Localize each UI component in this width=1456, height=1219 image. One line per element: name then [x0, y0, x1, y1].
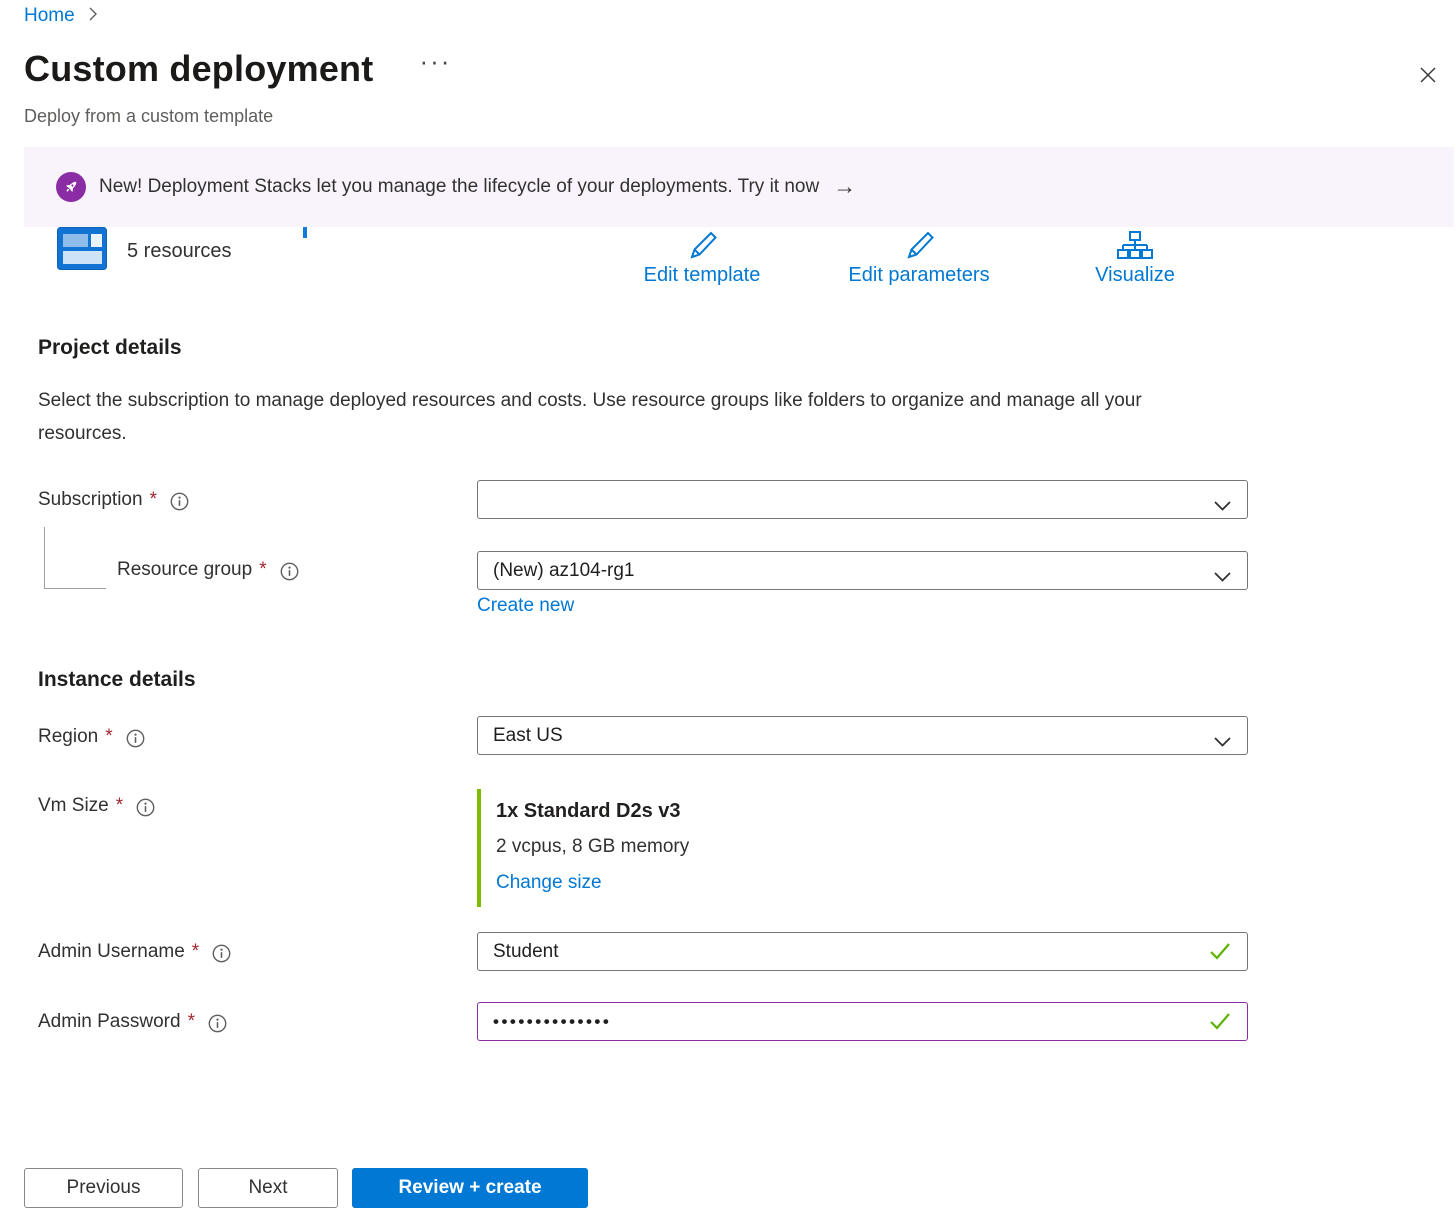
breadcrumb-chevron-icon: [89, 5, 98, 27]
info-icon[interactable]: [136, 798, 155, 817]
resource-group-select[interactable]: (New) az104-rg1: [477, 551, 1248, 590]
resources-count: 5 resources: [127, 240, 232, 263]
valid-checkmark-icon: [1209, 1012, 1231, 1035]
admin-username-label: Admin Username: [38, 941, 185, 963]
field-connector-line: [44, 527, 106, 589]
required-asterisk: *: [105, 726, 112, 748]
vm-size-label-row: Vm Size *: [38, 795, 155, 817]
breadcrumb: Home: [24, 5, 98, 27]
title-row: Custom deployment ···: [24, 48, 451, 90]
subscription-label-row: Subscription *: [38, 489, 189, 511]
admin-password-label: Admin Password: [38, 1011, 181, 1033]
banner-arrow-icon: →: [833, 173, 856, 200]
banner-message: New! Deployment Stacks let you manage th…: [99, 176, 819, 198]
required-asterisk: *: [116, 795, 123, 817]
vm-size-label: Vm Size: [38, 795, 109, 817]
chevron-down-icon: [1214, 495, 1231, 517]
vm-size-block: 1x Standard D2s v3 2 vcpus, 8 GB memory …: [477, 789, 689, 907]
custom-deployment-page: Home Custom deployment ··· Deploy from a…: [0, 0, 1456, 1219]
valid-checkmark-icon: [1209, 942, 1231, 966]
visualize-button[interactable]: Visualize: [1035, 226, 1235, 287]
template-icon: [57, 227, 107, 275]
info-icon[interactable]: [126, 729, 145, 748]
required-asterisk: *: [150, 489, 157, 511]
edit-template-label: Edit template: [602, 264, 802, 287]
region-label: Region: [38, 726, 98, 748]
edit-parameters-label: Edit parameters: [819, 264, 1019, 287]
admin-password-input[interactable]: ••••••••••••••: [477, 1002, 1248, 1041]
admin-username-input[interactable]: Student: [477, 932, 1248, 971]
create-new-link[interactable]: Create new: [477, 595, 574, 617]
required-asterisk: *: [188, 1011, 195, 1033]
org-chart-icon: [1035, 226, 1235, 262]
admin-username-label-row: Admin Username *: [38, 941, 231, 963]
visualize-label: Visualize: [1035, 264, 1235, 287]
resource-group-label-row: Resource group *: [117, 559, 299, 581]
title-context-menu[interactable]: ···: [419, 46, 451, 77]
info-icon[interactable]: [212, 944, 231, 963]
review-create-button[interactable]: Review + create: [352, 1168, 588, 1208]
vm-size-name: 1x Standard D2s v3: [496, 793, 689, 829]
pencil-icon: [602, 226, 802, 262]
close-button[interactable]: [1414, 63, 1442, 91]
required-asterisk: *: [259, 559, 266, 581]
required-asterisk: *: [192, 941, 199, 963]
close-icon: [1418, 65, 1438, 90]
subscription-select[interactable]: [477, 480, 1248, 519]
region-value: East US: [493, 725, 563, 747]
edit-parameters-button[interactable]: Edit parameters: [819, 226, 1019, 287]
instance-details-heading: Instance details: [38, 668, 196, 692]
subscription-label: Subscription: [38, 489, 143, 511]
admin-password-value: ••••••••••••••: [493, 1012, 611, 1032]
edit-template-button[interactable]: Edit template: [602, 226, 802, 287]
pencil-icon: [819, 226, 1019, 262]
info-icon[interactable]: [208, 1014, 227, 1033]
clipped-element-artifact: [303, 227, 307, 238]
admin-password-label-row: Admin Password *: [38, 1011, 227, 1033]
resource-group-value: (New) az104-rg1: [493, 560, 635, 582]
region-label-row: Region *: [38, 726, 145, 748]
rocket-icon: [56, 172, 86, 202]
page-title: Custom deployment: [24, 48, 373, 90]
new-feature-banner[interactable]: New! Deployment Stacks let you manage th…: [24, 147, 1454, 227]
home-link[interactable]: Home: [24, 5, 75, 27]
change-size-link[interactable]: Change size: [496, 865, 689, 901]
page-subtitle: Deploy from a custom template: [24, 106, 273, 127]
project-details-heading: Project details: [38, 336, 182, 360]
vm-size-specs: 2 vcpus, 8 GB memory: [496, 829, 689, 865]
admin-username-value: Student: [493, 941, 559, 963]
next-button[interactable]: Next: [198, 1168, 338, 1208]
chevron-down-icon: [1214, 566, 1231, 588]
info-icon[interactable]: [170, 492, 189, 511]
chevron-down-icon: [1214, 731, 1231, 753]
info-icon[interactable]: [280, 562, 299, 581]
previous-button[interactable]: Previous: [24, 1168, 183, 1208]
project-details-description: Select the subscription to manage deploy…: [38, 384, 1193, 450]
resource-group-label: Resource group: [117, 559, 252, 581]
region-select[interactable]: East US: [477, 716, 1248, 755]
